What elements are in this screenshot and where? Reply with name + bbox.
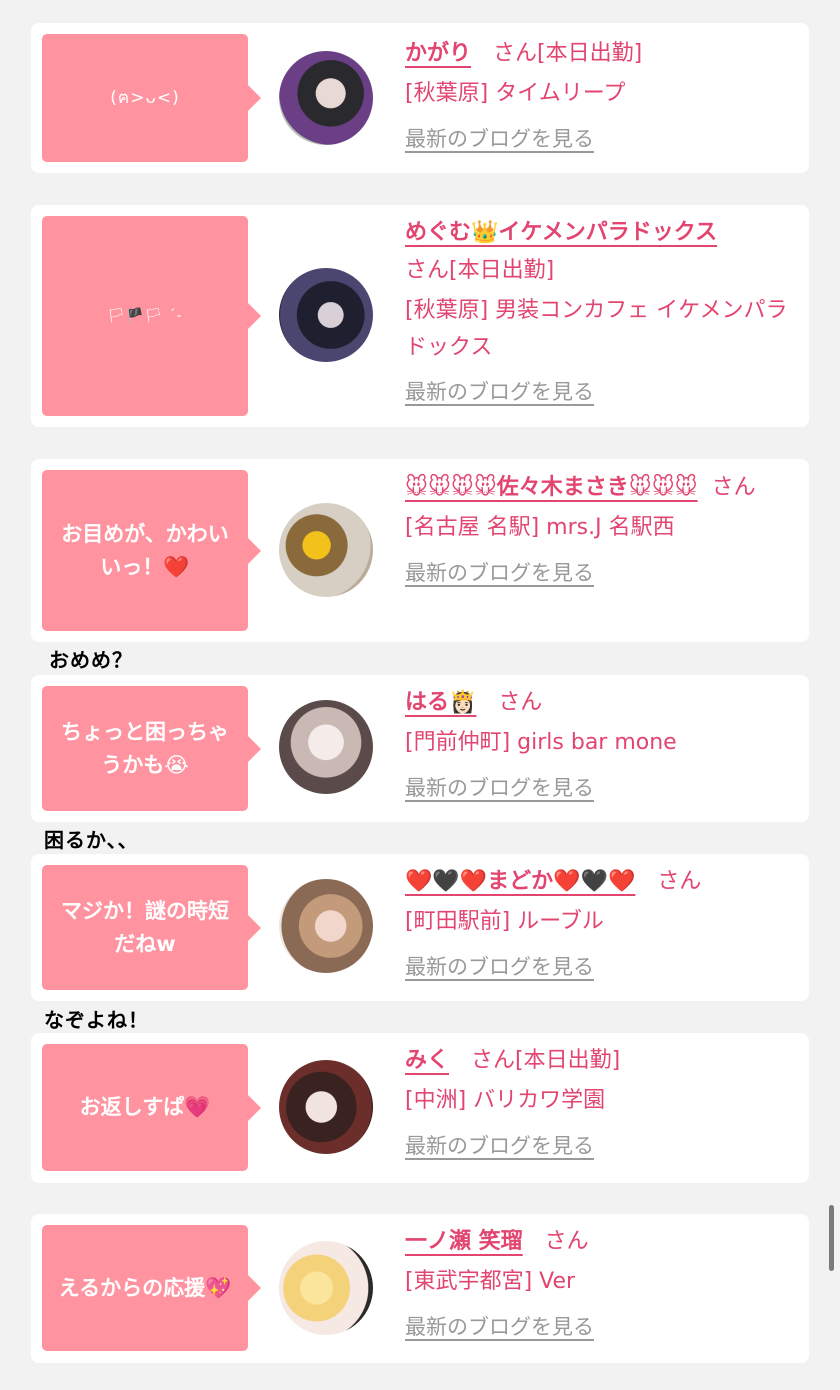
message-bubble: (ฅ>ᴗ<) — [42, 34, 261, 162]
status-badge: [本日出勤] — [537, 41, 643, 66]
message-text: 🏳🏴🏳 ´- — [107, 307, 183, 324]
message-text: ちょっと困っちゃうかも😭 — [61, 719, 229, 777]
user-name-link[interactable]: めぐむ👑イケメンパラドックス — [405, 220, 717, 245]
message-text: マジか！謎の時短だねw — [61, 898, 229, 956]
avatar[interactable] — [279, 700, 373, 794]
latest-blog-link[interactable]: 最新のブログを見る — [405, 772, 594, 802]
latest-blog-link[interactable]: 最新のブログを見る — [405, 376, 594, 406]
shop-name: [名古屋 名駅] mrs.J 名駅西 — [405, 515, 675, 540]
latest-blog-link[interactable]: 最新のブログを見る — [405, 951, 594, 981]
message-card: えるからの応援💖 一ノ瀬 笑瑠 さん [東武宇都宮] Ver 最新のブログを見る — [31, 1214, 809, 1363]
honorific: さん — [657, 869, 702, 894]
avatar[interactable] — [279, 1060, 373, 1154]
reply-text: おめめ？ — [49, 648, 133, 672]
message-text: お返しすぱ💗 — [79, 1095, 211, 1119]
message-bubble: ちょっと困っちゃうかも😭 — [42, 686, 261, 811]
message-bubble: えるからの応援💖 — [42, 1225, 261, 1351]
latest-blog-link[interactable]: 最新のブログを見る — [405, 557, 594, 587]
user-name-link[interactable]: かがり — [405, 41, 471, 66]
avatar[interactable] — [279, 268, 373, 362]
reply-text: なぞよね！ — [44, 1008, 149, 1032]
user-name-link[interactable]: 一ノ瀬 笑瑠 — [405, 1229, 523, 1254]
shop-name: [中洲] バリカワ学園 — [405, 1088, 606, 1113]
shop-name: [秋葉原] タイムリープ — [405, 81, 626, 106]
message-bubble: お目めが、かわいいっ！❤️ — [42, 470, 261, 631]
shop-name: [町田駅前] ルーブル — [405, 909, 604, 934]
latest-blog-link[interactable]: 最新のブログを見る — [405, 1130, 594, 1160]
honorific: さん — [471, 1048, 516, 1073]
message-card: (ฅ>ᴗ<) かがり さん[本日出勤] [秋葉原] タイムリープ 最新のブログを見… — [31, 23, 809, 173]
shop-name: [東武宇都宮] Ver — [405, 1269, 576, 1294]
honorific: さん — [405, 258, 450, 283]
status-badge: [本日出勤] — [515, 1048, 621, 1073]
message-card: お目めが、かわいいっ！❤️ 🐭🐭🐭🐭佐々木まさき🐭🐭🐭 さん [名古屋 名駅] m… — [31, 459, 809, 642]
latest-blog-link[interactable]: 最新のブログを見る — [405, 123, 594, 153]
message-text: えるからの応援💖 — [58, 1275, 232, 1300]
avatar[interactable] — [279, 1241, 373, 1335]
status-badge: [本日出勤] — [449, 258, 555, 283]
avatar[interactable] — [279, 51, 373, 145]
avatar[interactable] — [279, 879, 373, 973]
user-name-link[interactable]: 🐭🐭🐭🐭佐々木まさき🐭🐭🐭 — [405, 475, 698, 500]
reply-text: 困るか、、 — [44, 828, 139, 852]
shop-name: [門前仲町] girls bar mone — [405, 730, 677, 755]
avatar[interactable] — [279, 503, 373, 597]
shop-name: [秋葉原] 男装コンカフェ イケメンパラドックス — [405, 298, 788, 360]
message-bubble: お返しすぱ💗 — [42, 1044, 261, 1171]
message-bubble: 🏳🏴🏳 ´- — [42, 216, 261, 416]
honorific: さん — [498, 690, 543, 715]
message-card: マジか！謎の時短だねw ❤️🖤❤️まどか❤️🖤❤️ さん [町田駅前] ルーブル … — [31, 854, 809, 1001]
user-name-link[interactable]: みく — [405, 1048, 449, 1073]
message-bubble: マジか！謎の時短だねw — [42, 865, 261, 990]
honorific: さん — [711, 475, 756, 500]
user-name-link[interactable]: はる👸🏻 — [405, 690, 476, 715]
honorific: さん — [493, 41, 538, 66]
scrollbar[interactable] — [829, 1205, 834, 1271]
message-card: お返しすぱ💗 みく さん[本日出勤] [中洲] バリカワ学園 最新のブログを見る — [31, 1033, 809, 1183]
message-text: (ฅ>ᴗ<) — [110, 87, 180, 108]
message-text: お目めが、かわいいっ！❤️ — [61, 521, 229, 579]
latest-blog-link[interactable]: 最新のブログを見る — [405, 1311, 594, 1341]
message-card: ちょっと困っちゃうかも😭 はる👸🏻 さん [門前仲町] girls bar mon… — [31, 675, 809, 822]
user-name-link[interactable]: ❤️🖤❤️まどか❤️🖤❤️ — [405, 869, 635, 894]
message-card: 🏳🏴🏳 ´- めぐむ👑イケメンパラドックス さん[本日出勤] [秋葉原] 男装コ… — [31, 205, 809, 427]
honorific: さん — [544, 1229, 589, 1254]
